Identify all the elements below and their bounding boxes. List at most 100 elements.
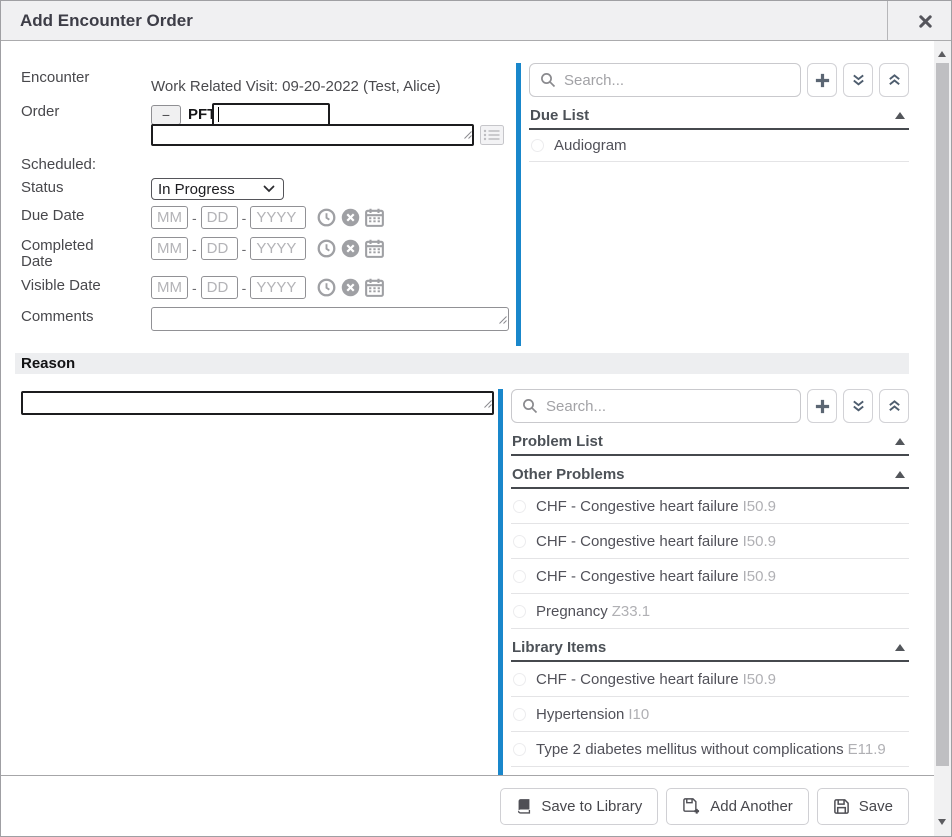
completed-date-label: Completed Date — [21, 238, 111, 270]
close-icon — [918, 14, 933, 29]
scrollbar-thumb[interactable] — [936, 63, 949, 766]
radio-icon[interactable] — [513, 570, 526, 583]
book-icon — [516, 798, 532, 814]
clear-circle-icon[interactable] — [341, 208, 360, 227]
radio-icon[interactable] — [513, 500, 526, 513]
remove-order-button[interactable]: − — [151, 105, 181, 125]
library-item[interactable]: HypertensionI10 — [511, 697, 909, 732]
save-button[interactable]: Save — [817, 788, 909, 825]
chevron-down-icon — [263, 185, 275, 193]
search-icon — [522, 398, 538, 414]
due-search-box — [529, 63, 801, 97]
clock-icon[interactable] — [317, 239, 336, 258]
button-label: Save — [859, 798, 893, 815]
library-item[interactable]: CHF - Congestive heart failureI50.9 — [511, 662, 909, 697]
order-description-input[interactable] — [151, 124, 474, 146]
expand-all-button[interactable] — [843, 389, 873, 423]
scroll-down-arrow-icon[interactable] — [938, 819, 946, 825]
due-date-mm-input[interactable] — [151, 206, 188, 229]
problem-code: I50.9 — [743, 533, 776, 550]
triangle-up-icon[interactable] — [895, 112, 905, 119]
radio-icon[interactable] — [513, 605, 526, 618]
save-to-library-button[interactable]: Save to Library — [500, 788, 658, 825]
radio-icon[interactable] — [513, 673, 526, 686]
collapse-all-button[interactable] — [879, 389, 909, 423]
completed-date-yyyy-input[interactable] — [250, 237, 306, 260]
completed-date-mm-input[interactable] — [151, 237, 188, 260]
visible-date-yyyy-input[interactable] — [250, 276, 306, 299]
problem-item[interactable]: PregnancyZ33.1 — [511, 594, 909, 629]
problem-search-box — [511, 389, 801, 423]
comments-input[interactable] — [151, 307, 509, 331]
radio-icon[interactable] — [513, 708, 526, 721]
due-search-input[interactable] — [564, 72, 790, 89]
order-lookup-button[interactable] — [480, 125, 504, 145]
expand-all-button[interactable] — [843, 63, 873, 97]
add-due-item-button[interactable] — [807, 63, 837, 97]
vertical-scrollbar[interactable] — [934, 41, 951, 837]
add-problem-button[interactable] — [807, 389, 837, 423]
due-date-yyyy-input[interactable] — [250, 206, 306, 229]
library-items-section-header[interactable]: Library Items — [511, 634, 909, 662]
resize-grip-icon[interactable] — [484, 395, 492, 413]
clear-circle-icon[interactable] — [341, 239, 360, 258]
calendar-icon[interactable] — [365, 278, 384, 297]
radio-icon[interactable] — [531, 139, 544, 152]
triangle-up-icon[interactable] — [895, 438, 905, 445]
titlebar-divider — [887, 1, 888, 40]
radio-icon[interactable] — [513, 535, 526, 548]
triangle-up-icon[interactable] — [895, 471, 905, 478]
due-list-panel: Due List Audiogram — [516, 63, 909, 346]
section-title: Due List — [530, 107, 589, 124]
problem-search-input[interactable] — [546, 398, 790, 415]
add-encounter-order-dialog: Add Encounter Order Encounter Order Sche… — [0, 0, 952, 837]
section-title: Library Items — [512, 639, 606, 656]
calendar-icon[interactable] — [365, 239, 384, 258]
visible-date-mm-input[interactable] — [151, 276, 188, 299]
due-date-label: Due Date — [21, 207, 84, 224]
collapse-all-button[interactable] — [879, 63, 909, 97]
due-date-dd-input[interactable] — [201, 206, 238, 229]
visible-date-dd-input[interactable] — [201, 276, 238, 299]
problem-code: I50.9 — [743, 568, 776, 585]
problem-item[interactable]: CHF - Congestive heart failureI50.9 — [511, 559, 909, 594]
comments-label: Comments — [21, 308, 94, 325]
library-item[interactable]: Type 2 diabetes mellitus without complic… — [511, 732, 909, 767]
list-icon — [480, 125, 504, 145]
problem-item[interactable]: CHF - Congestive heart failureI50.9 — [511, 489, 909, 524]
encounter-label: Encounter — [21, 69, 89, 86]
due-list-section-header[interactable]: Due List — [529, 102, 909, 130]
problem-name: CHF - Congestive heart failureI50.9 — [536, 671, 776, 688]
resize-grip-icon[interactable] — [499, 311, 507, 329]
radio-icon[interactable] — [513, 743, 526, 756]
other-problems-section-header[interactable]: Other Problems — [511, 461, 909, 489]
problem-code: E11.9 — [848, 741, 886, 758]
encounter-value: Work Related Visit: 09-20-2022 (Test, Al… — [151, 78, 441, 95]
calendar-icon[interactable] — [365, 208, 384, 227]
scroll-up-arrow-icon[interactable] — [938, 51, 946, 57]
clock-icon[interactable] — [317, 208, 336, 227]
problem-item[interactable]: CHF - Congestive heart failureI50.9 — [511, 524, 909, 559]
resize-grip-icon[interactable] — [464, 126, 472, 144]
add-another-button[interactable]: Add Another — [666, 788, 809, 825]
reason-input[interactable] — [21, 391, 494, 415]
close-button[interactable] — [912, 11, 938, 31]
date-separator: - — [242, 210, 247, 226]
plus-icon — [814, 398, 831, 415]
plus-icon — [814, 72, 831, 89]
due-list-item[interactable]: Audiogram — [529, 130, 909, 162]
button-label: Save to Library — [541, 798, 642, 815]
date-separator: - — [242, 241, 247, 257]
completed-date-dd-input[interactable] — [201, 237, 238, 260]
problem-name: CHF - Congestive heart failureI50.9 — [536, 568, 776, 585]
date-separator: - — [192, 280, 197, 296]
status-select[interactable]: In Progress — [151, 178, 284, 200]
problem-code: I50.9 — [743, 498, 776, 515]
button-label: Add Another — [710, 798, 793, 815]
search-icon — [540, 72, 556, 88]
completed-date-row: - - — [151, 237, 384, 260]
clock-icon[interactable] — [317, 278, 336, 297]
triangle-up-icon[interactable] — [895, 644, 905, 651]
clear-circle-icon[interactable] — [341, 278, 360, 297]
problem-list-section-header[interactable]: Problem List — [511, 428, 909, 456]
